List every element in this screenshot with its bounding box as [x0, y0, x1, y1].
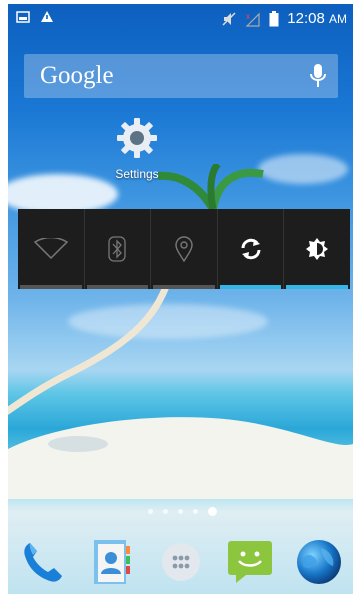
- sync-state-bar: [219, 285, 282, 289]
- google-search-widget[interactable]: Google: [24, 54, 338, 98]
- clock-time: 12:08 AM: [287, 10, 347, 27]
- no-signal-icon: x: [245, 12, 260, 27]
- wifi-toggle[interactable]: [18, 209, 85, 289]
- brightness-icon: [306, 238, 329, 260]
- dock: [8, 534, 353, 590]
- location-toggle[interactable]: [151, 209, 218, 289]
- phone-app[interactable]: [17, 536, 69, 588]
- app-drawer-icon: [161, 543, 200, 581]
- page-dot-active: [208, 507, 217, 516]
- svg-text:x: x: [246, 12, 250, 21]
- home-screen[interactable]: x 12:08 AM Google Settings: [8, 4, 353, 594]
- power-control-widget: [18, 209, 350, 289]
- browser-app[interactable]: [293, 536, 345, 588]
- phone-icon: [23, 543, 62, 582]
- wallpaper-cloud: [8, 174, 118, 214]
- page-dot: [178, 509, 183, 514]
- location-icon: [175, 236, 193, 262]
- wifi-state-bar: [20, 285, 82, 289]
- page-dot: [148, 509, 153, 514]
- browser-globe-icon: [296, 540, 341, 584]
- app-drawer[interactable]: [155, 536, 207, 588]
- wallpaper-palm-leaves: [158, 164, 264, 212]
- battery-icon: [269, 10, 279, 26]
- sync-toggle[interactable]: [218, 209, 285, 289]
- contacts-icon: [93, 540, 130, 584]
- messaging-icon: [227, 541, 272, 583]
- page-indicator: [148, 507, 217, 516]
- page-dot: [193, 509, 198, 514]
- bluetooth-toggle[interactable]: [85, 209, 152, 289]
- page-dot: [163, 509, 168, 514]
- status-bar: x 12:08 AM: [8, 4, 353, 34]
- brightness-toggle[interactable]: [284, 209, 350, 289]
- mic-icon[interactable]: [310, 64, 326, 88]
- mute-icon: [222, 11, 236, 26]
- wifi-icon: [33, 238, 69, 260]
- google-logo: Google: [40, 62, 114, 89]
- settings-label: Settings: [115, 167, 159, 181]
- alert-icon: [41, 11, 53, 22]
- screenshot-icon: [16, 10, 30, 23]
- settings-shortcut[interactable]: Settings: [105, 116, 169, 181]
- sync-icon: [241, 238, 261, 260]
- wallpaper-cloud: [258, 154, 348, 184]
- wallpaper-sand: [8, 417, 353, 499]
- settings-gear-icon: [117, 118, 157, 158]
- messaging-app[interactable]: [224, 536, 276, 588]
- location-state-bar: [153, 285, 215, 289]
- brightness-state-bar: [286, 285, 348, 289]
- bluetooth-icon: [108, 236, 127, 262]
- bluetooth-state-bar: [86, 285, 149, 289]
- contacts-app[interactable]: [86, 536, 138, 588]
